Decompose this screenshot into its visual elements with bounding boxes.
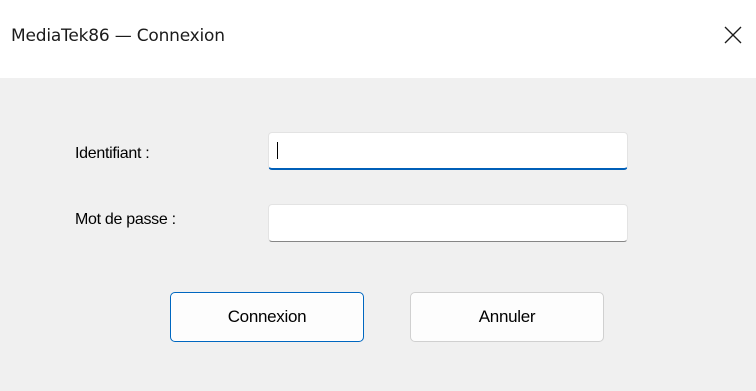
- login-dialog: MediaTek86 — Connexion Identifiant : Mot…: [0, 0, 756, 391]
- cancel-button[interactable]: Annuler: [410, 292, 604, 342]
- login-button[interactable]: Connexion: [170, 292, 364, 342]
- close-icon: [724, 26, 742, 44]
- text-caret: [277, 142, 278, 159]
- dialog-body: Identifiant : Mot de passe : Connexion A…: [0, 78, 756, 391]
- username-input[interactable]: [268, 132, 628, 170]
- password-input[interactable]: [268, 204, 628, 242]
- close-button[interactable]: [710, 0, 756, 70]
- username-label: Identifiant :: [75, 145, 150, 162]
- password-label: Mot de passe :: [75, 211, 176, 228]
- window-title: MediaTek86 — Connexion: [11, 26, 225, 46]
- title-bar: MediaTek86 — Connexion: [0, 0, 756, 78]
